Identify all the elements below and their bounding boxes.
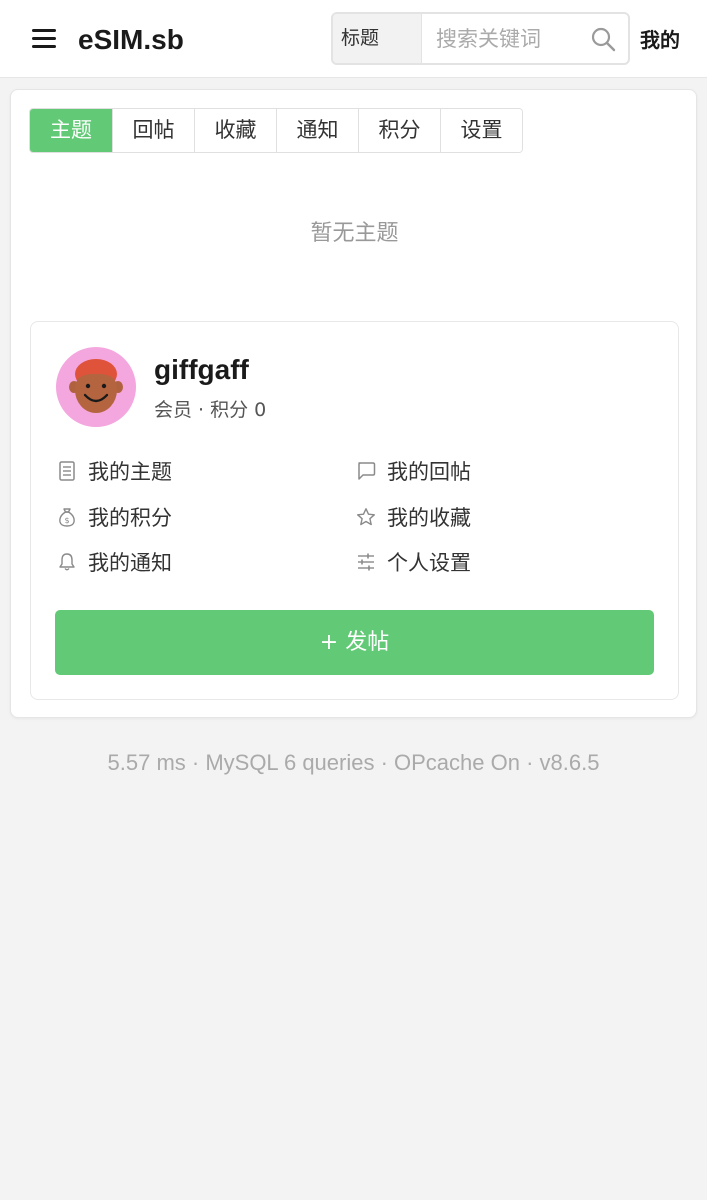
my-replies-label: 我的回帖 (387, 460, 471, 484)
tab-topics[interactable]: 主题 (30, 109, 112, 152)
menu-icon[interactable] (30, 24, 60, 54)
top-header: eSIM.sb 标题 我的 (0, 0, 707, 78)
my-favorites-link[interactable]: 我的收藏 (355, 499, 471, 535)
search-box: 标题 (331, 12, 630, 65)
bell-icon (56, 551, 78, 573)
svg-text:$: $ (64, 516, 69, 525)
tab-settings[interactable]: 设置 (440, 109, 522, 152)
search-scope-select[interactable]: 标题 (333, 14, 422, 63)
empty-state-message: 暂无主题 (310, 221, 399, 246)
my-account-link[interactable]: 我的 (640, 22, 680, 58)
user-role-points: 会员 · 积分 0 (154, 399, 267, 421)
tab-replies[interactable]: 回帖 (112, 109, 194, 152)
document-icon (56, 460, 78, 482)
user-profile-card: giffgaff 会员 · 积分 0 我的主题 我的回帖 $ 我的积分 我的收藏 (30, 321, 679, 700)
my-topics-label: 我的主题 (88, 460, 172, 484)
tab-favorites[interactable]: 收藏 (194, 109, 276, 152)
username: giffgaff (154, 354, 249, 385)
my-favorites-label: 我的收藏 (387, 506, 471, 530)
debug-footer: 5.57 ms · MySQL 6 queries · OPcache On ·… (107, 750, 600, 775)
sliders-icon (355, 551, 377, 573)
my-points-link[interactable]: $ 我的积分 (56, 499, 172, 535)
star-icon (355, 506, 377, 528)
my-notifications-link[interactable]: 我的通知 (56, 544, 172, 580)
my-topics-link[interactable]: 我的主题 (56, 453, 172, 489)
personal-settings-link[interactable]: 个人设置 (355, 544, 471, 580)
new-post-button[interactable]: + 发帖 (55, 610, 654, 675)
site-logo[interactable]: eSIM.sb (78, 20, 184, 60)
tab-notifications[interactable]: 通知 (276, 109, 358, 152)
personal-settings-label: 个人设置 (387, 551, 471, 575)
comment-icon (355, 460, 377, 482)
profile-tabs: 主题 回帖 收藏 通知 积分 设置 (29, 108, 523, 153)
my-replies-link[interactable]: 我的回帖 (355, 453, 471, 489)
search-icon[interactable] (589, 25, 617, 53)
avatar[interactable] (56, 347, 136, 427)
content-card: 主题 回帖 收藏 通知 积分 设置 暂无主题 giffgaff 会员 · 积分 … (10, 89, 697, 718)
search-input[interactable] (422, 14, 582, 63)
my-points-label: 我的积分 (88, 506, 172, 530)
tab-points[interactable]: 积分 (358, 109, 440, 152)
money-bag-icon: $ (56, 506, 78, 528)
my-notifications-label: 我的通知 (88, 551, 172, 575)
